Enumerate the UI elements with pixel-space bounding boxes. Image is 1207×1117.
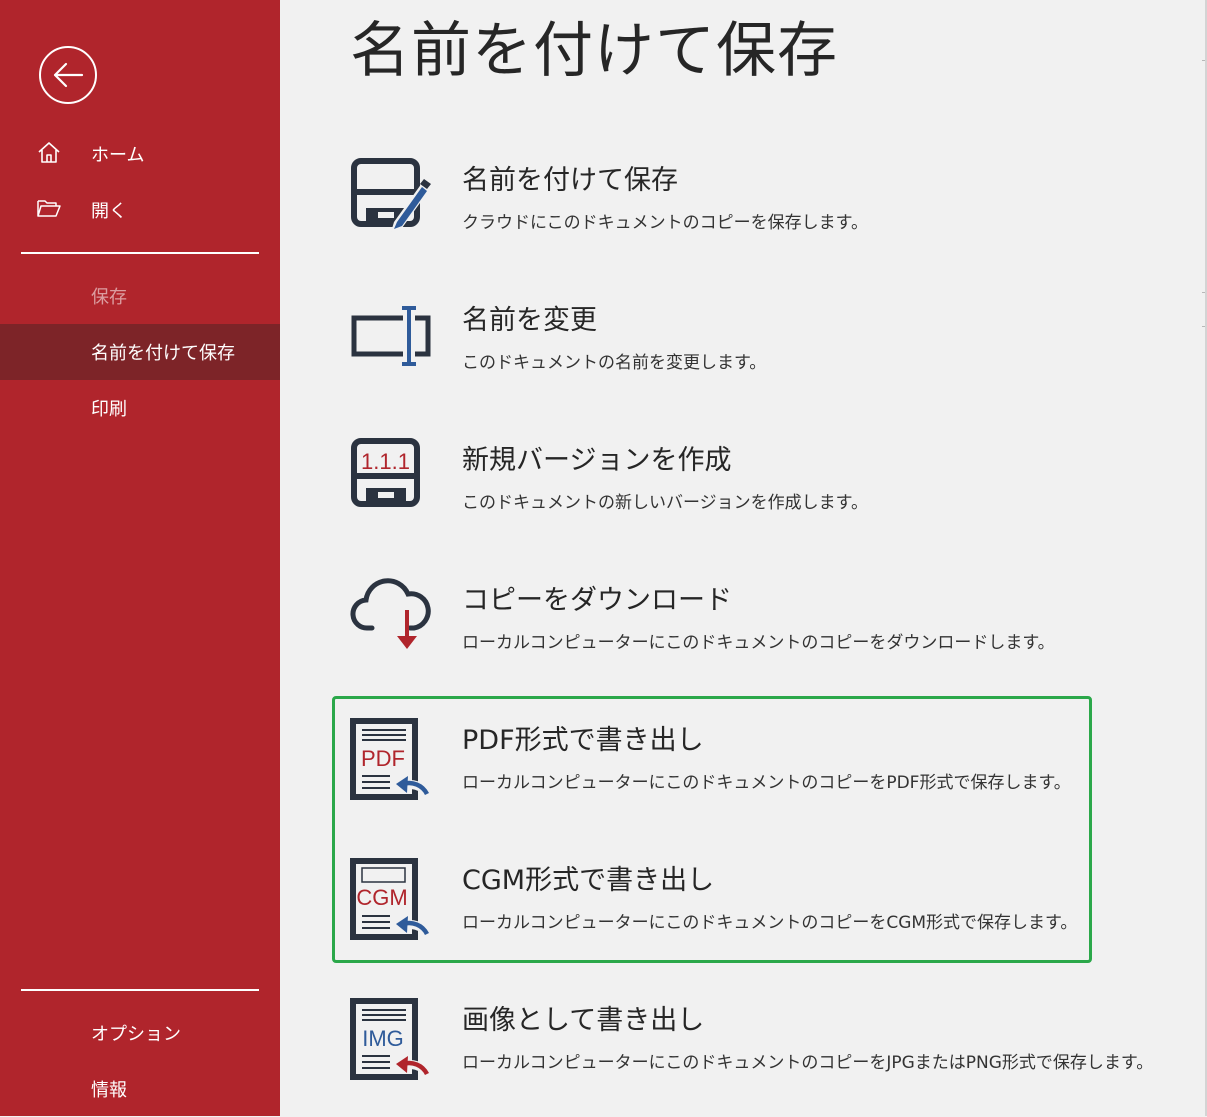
nav-options-label: オプション xyxy=(91,1024,181,1045)
backstage-sidebar: ホーム 開く 保存 名前を付けて保存 印刷 オプション 情報 xyxy=(0,0,280,1116)
nav-open-label: 開く xyxy=(91,201,127,222)
folder-open-icon xyxy=(36,197,62,223)
option-title: PDF形式で書き出し xyxy=(462,725,704,756)
sidebar-divider-bottom xyxy=(21,989,259,991)
option-desc: このドキュメントの新しいバージョンを作成します。 xyxy=(462,493,868,513)
nav-info[interactable]: 情報 xyxy=(0,1061,280,1117)
option-title: 新規バージョンを作成 xyxy=(462,445,732,476)
nav-options[interactable]: オプション xyxy=(0,1005,280,1061)
nav-open[interactable]: 開く xyxy=(0,182,280,238)
nav-print[interactable]: 印刷 xyxy=(0,380,280,436)
rename-icon xyxy=(351,306,431,366)
edge-marker xyxy=(1202,326,1205,327)
cgm-export-icon: CGM xyxy=(350,858,432,940)
option-cgm-export[interactable]: CGM CGM形式で書き出し ローカルコンピューターにこのドキュメントのコピーを… xyxy=(350,858,1160,958)
nav-home[interactable]: ホーム xyxy=(0,126,280,182)
arrow-left-icon xyxy=(53,62,84,88)
cloud-download-icon xyxy=(350,578,431,649)
nav-info-label: 情報 xyxy=(91,1080,127,1101)
edge-marker xyxy=(1202,60,1205,61)
option-desc: ローカルコンピューターにこのドキュメントのコピーをJPGまたはPNG形式で保存し… xyxy=(462,1053,1154,1073)
option-title: コピーをダウンロード xyxy=(462,585,732,616)
nav-print-label: 印刷 xyxy=(91,399,127,420)
nav-home-label: ホーム xyxy=(91,145,145,166)
svg-text:1.1.1: 1.1.1 xyxy=(361,449,410,474)
option-download[interactable]: コピーをダウンロード ローカルコンピューターにこのドキュメントのコピーをダウンロ… xyxy=(350,578,1160,678)
svg-text:PDF: PDF xyxy=(361,746,405,771)
option-desc: このドキュメントの名前を変更します。 xyxy=(462,353,767,373)
edge-marker xyxy=(1202,292,1205,293)
nav-save: 保存 xyxy=(0,268,280,324)
back-button[interactable] xyxy=(39,46,97,104)
home-icon xyxy=(36,139,62,169)
option-rename[interactable]: 名前を変更 このドキュメントの名前を変更します。 xyxy=(350,298,1160,398)
option-desc: ローカルコンピューターにこのドキュメントのコピーをPDF形式で保存します。 xyxy=(462,773,1071,793)
option-pdf-export[interactable]: PDF PDF形式で書き出し ローカルコンピューターにこのドキュメントのコピーを… xyxy=(350,718,1160,818)
nav-save-label: 保存 xyxy=(91,287,127,308)
option-title: 名前を付けて保存 xyxy=(462,165,678,196)
option-new-version[interactable]: 1.1.1 新規バージョンを作成 このドキュメントの新しいバージョンを作成します… xyxy=(350,438,1160,538)
svg-text:IMG: IMG xyxy=(362,1026,404,1051)
option-title: 画像として書き出し xyxy=(462,1005,705,1036)
option-desc: ローカルコンピューターにこのドキュメントのコピーをCGM形式で保存します。 xyxy=(462,913,1078,933)
option-desc: ローカルコンピューターにこのドキュメントのコピーをダウンロードします。 xyxy=(462,633,1055,653)
option-desc: クラウドにこのドキュメントのコピーを保存します。 xyxy=(462,213,868,233)
option-image-export[interactable]: IMG 画像として書き出し ローカルコンピューターにこのドキュメントのコピーをJ… xyxy=(350,998,1160,1098)
option-title: 名前を変更 xyxy=(462,305,597,336)
image-export-icon: IMG xyxy=(350,998,432,1080)
nav-save-as[interactable]: 名前を付けて保存 xyxy=(0,324,280,380)
main-panel: 名前を付けて保存 名前を付けて保存 クラウドにこのドキュメントのコピーを保存しま… xyxy=(280,0,1207,1116)
option-save-as[interactable]: 名前を付けて保存 クラウドにこのドキュメントのコピーを保存します。 xyxy=(350,158,1160,258)
page-title: 名前を付けて保存 xyxy=(350,16,838,86)
pdf-export-icon: PDF xyxy=(350,718,432,800)
option-title: CGM形式で書き出し xyxy=(462,865,715,896)
svg-text:CGM: CGM xyxy=(356,885,407,910)
new-version-icon: 1.1.1 xyxy=(351,438,420,507)
save-as-icon xyxy=(351,158,431,232)
sidebar-divider xyxy=(21,252,259,254)
nav-save-as-label: 名前を付けて保存 xyxy=(91,343,235,364)
